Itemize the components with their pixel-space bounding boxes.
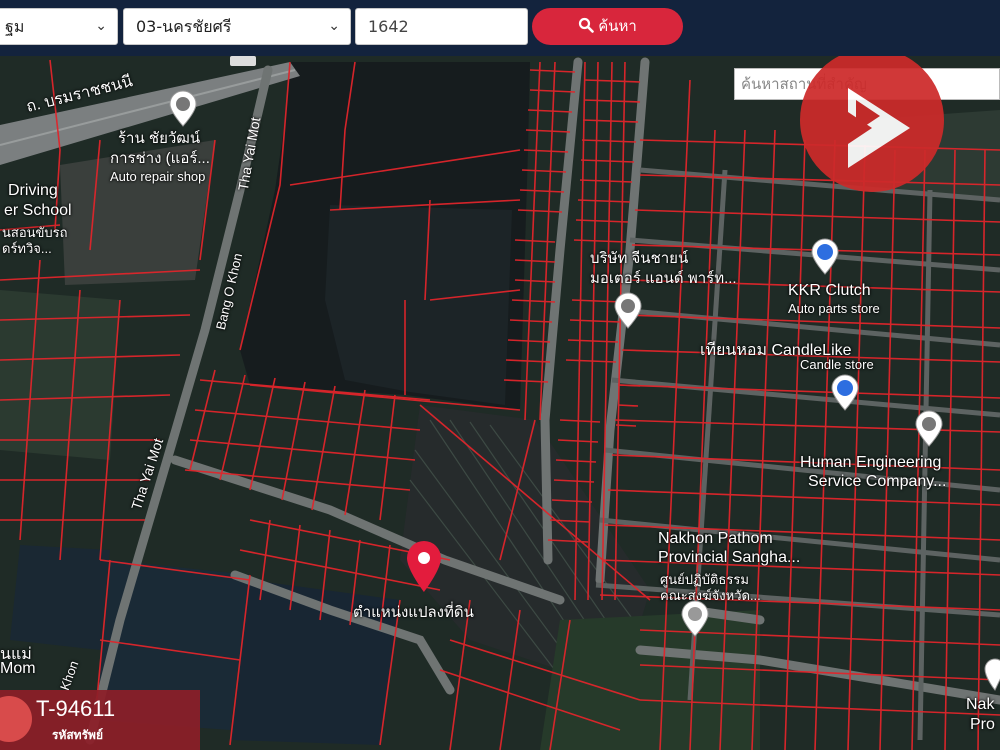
place-label: Pro [970,716,995,733]
place-label: Auto parts store [788,301,880,316]
place-label: การช่าง (แอร์... [110,150,210,167]
search-button[interactable]: ค้นหา [532,8,683,45]
place-label: มอเตอร์ แอนด์ พาร์ท... [590,270,737,287]
map-view[interactable]: ถ. บรมราชชนนี Tha Yai Mot Tha Yai Mot Ba… [0,56,1000,750]
land-location-marker-icon[interactable] [404,540,444,594]
listing-code-caption: รหัสทรัพย์ [52,728,103,742]
district-select[interactable]: 03-นครชัยศรี ⌄ [123,8,351,45]
poi-pin-icon[interactable] [168,90,198,128]
district-value: 03-นครชัยศรี [136,17,232,36]
top-search-bar: ฐม ⌄ 03-นครชัยศรี ⌄ 1642 ค้นหา [0,0,1000,56]
shop-pin-icon[interactable] [810,238,840,276]
brand-logo-icon [848,88,910,168]
place-label: er School [4,202,72,219]
listing-code: T-94611 [36,696,116,721]
search-icon [579,17,594,33]
land-location-label: ตำแหน่งแปลงที่ดิน [353,604,474,621]
poi-pin-icon[interactable] [984,658,1000,692]
temple-pin-icon[interactable] [680,600,710,638]
shop-pin-icon[interactable] [830,374,860,412]
place-label: Nak [966,696,995,713]
brand-logo [800,56,944,192]
place-label: KKR Clutch [788,282,871,299]
chevron-down-icon: ⌄ [328,18,340,34]
search-button-label: ค้นหา [598,17,637,35]
poi-pin-icon[interactable] [613,292,643,330]
listing-code-badge: T-94611 รหัสทรัพย์ [0,690,200,750]
place-label: Service Company... [808,473,947,490]
place-label: คณะสงฆ์จังหวัด... [660,588,761,603]
place-label: Nakhon Pathom [658,530,773,547]
province-value: ฐม [5,17,25,36]
place-label: ดร์ทวิจ... [2,241,52,256]
chevron-down-icon: ⌄ [95,18,107,34]
parcel-number-value: 1642 [368,17,409,36]
parcel-number-input[interactable]: 1642 [355,8,528,45]
place-label: Provincial Sangha... [658,549,801,566]
place-label: Driving [8,182,58,199]
province-select[interactable]: ฐม ⌄ [0,8,118,45]
poi-pin-icon[interactable] [914,410,944,448]
place-label: Auto repair shop [110,169,206,184]
badge-circle-icon [0,696,32,742]
place-label: Human Engineering [800,454,942,471]
place-label: Mom [0,660,36,677]
place-label: Candle store [800,357,874,372]
